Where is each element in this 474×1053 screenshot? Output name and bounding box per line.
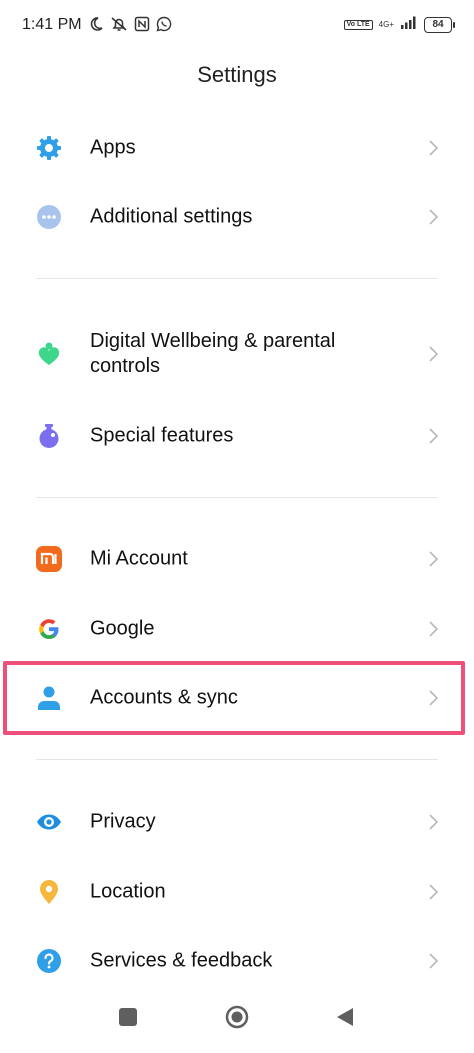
settings-item-label: Location — [90, 880, 166, 903]
status-bar: 1:41 PM Vo LTE 4G+ 84 — [0, 0, 474, 52]
signal-icon — [400, 15, 418, 34]
navigation-bar — [0, 993, 474, 1053]
recents-button[interactable] — [118, 1007, 138, 1032]
settings-item-label: Mi Account — [90, 547, 188, 570]
chevron-right-icon — [428, 345, 440, 363]
section-divider — [36, 278, 438, 279]
settings-item-label: Digital Wellbeing & parental controls — [90, 330, 336, 377]
battery-indicator: 84 — [424, 16, 455, 33]
settings-item-label: Privacy — [90, 810, 156, 833]
highlight-box — [3, 661, 465, 735]
home-button[interactable] — [225, 1005, 249, 1034]
settings-item-services-feedback[interactable]: Services & feedback — [0, 926, 474, 996]
nfc-icon — [134, 16, 150, 32]
section-divider — [36, 497, 438, 498]
settings-item-additional-settings[interactable]: Additional settings — [0, 182, 474, 252]
status-time: 1:41 PM — [22, 16, 82, 33]
settings-item-label: Google — [90, 617, 155, 640]
gear-icon — [36, 135, 62, 161]
moon-icon — [88, 16, 104, 32]
eye-icon — [36, 809, 62, 835]
chevron-right-icon — [428, 139, 440, 157]
back-button[interactable] — [335, 1007, 355, 1032]
settings-item-privacy[interactable]: Privacy — [0, 787, 474, 857]
settings-item-label: Apps — [90, 136, 136, 159]
chevron-right-icon — [428, 813, 440, 831]
settings-item-label: Services & feedback — [90, 949, 273, 972]
google-logo-icon — [36, 616, 62, 642]
chevron-right-icon — [428, 883, 440, 901]
chevron-right-icon — [428, 952, 440, 970]
settings-item-special-features[interactable]: Special features — [0, 401, 474, 471]
whatsapp-icon — [156, 16, 172, 32]
page-title: Settings — [197, 62, 277, 87]
network-type: 4G+ — [378, 20, 394, 29]
section-divider — [36, 759, 438, 760]
chevron-right-icon — [428, 550, 440, 568]
mi-logo-icon — [36, 546, 62, 572]
settings-item-google[interactable]: Google — [0, 594, 474, 664]
wellbeing-heart-icon — [36, 341, 62, 367]
settings-item-digital-wellbeing[interactable]: Digital Wellbeing & parental controls — [0, 319, 474, 389]
flask-icon — [36, 423, 62, 449]
settings-item-label: Additional settings — [90, 205, 253, 228]
settings-item-label: Special features — [90, 424, 234, 447]
status-system-icons: Vo LTE 4G+ 84 — [343, 15, 455, 34]
chevron-right-icon — [428, 208, 440, 226]
help-icon — [36, 948, 62, 974]
settings-item-mi-account[interactable]: Mi Account — [0, 524, 474, 594]
location-pin-icon — [36, 879, 62, 905]
volte-badge: Vo LTE — [343, 19, 373, 30]
settings-item-apps[interactable]: Apps — [0, 113, 474, 183]
status-notification-icons — [88, 16, 172, 32]
chevron-right-icon — [428, 427, 440, 445]
chevron-right-icon — [428, 620, 440, 638]
more-dots-icon — [36, 204, 62, 230]
settings-item-location[interactable]: Location — [0, 857, 474, 927]
bell-off-icon — [110, 16, 128, 32]
